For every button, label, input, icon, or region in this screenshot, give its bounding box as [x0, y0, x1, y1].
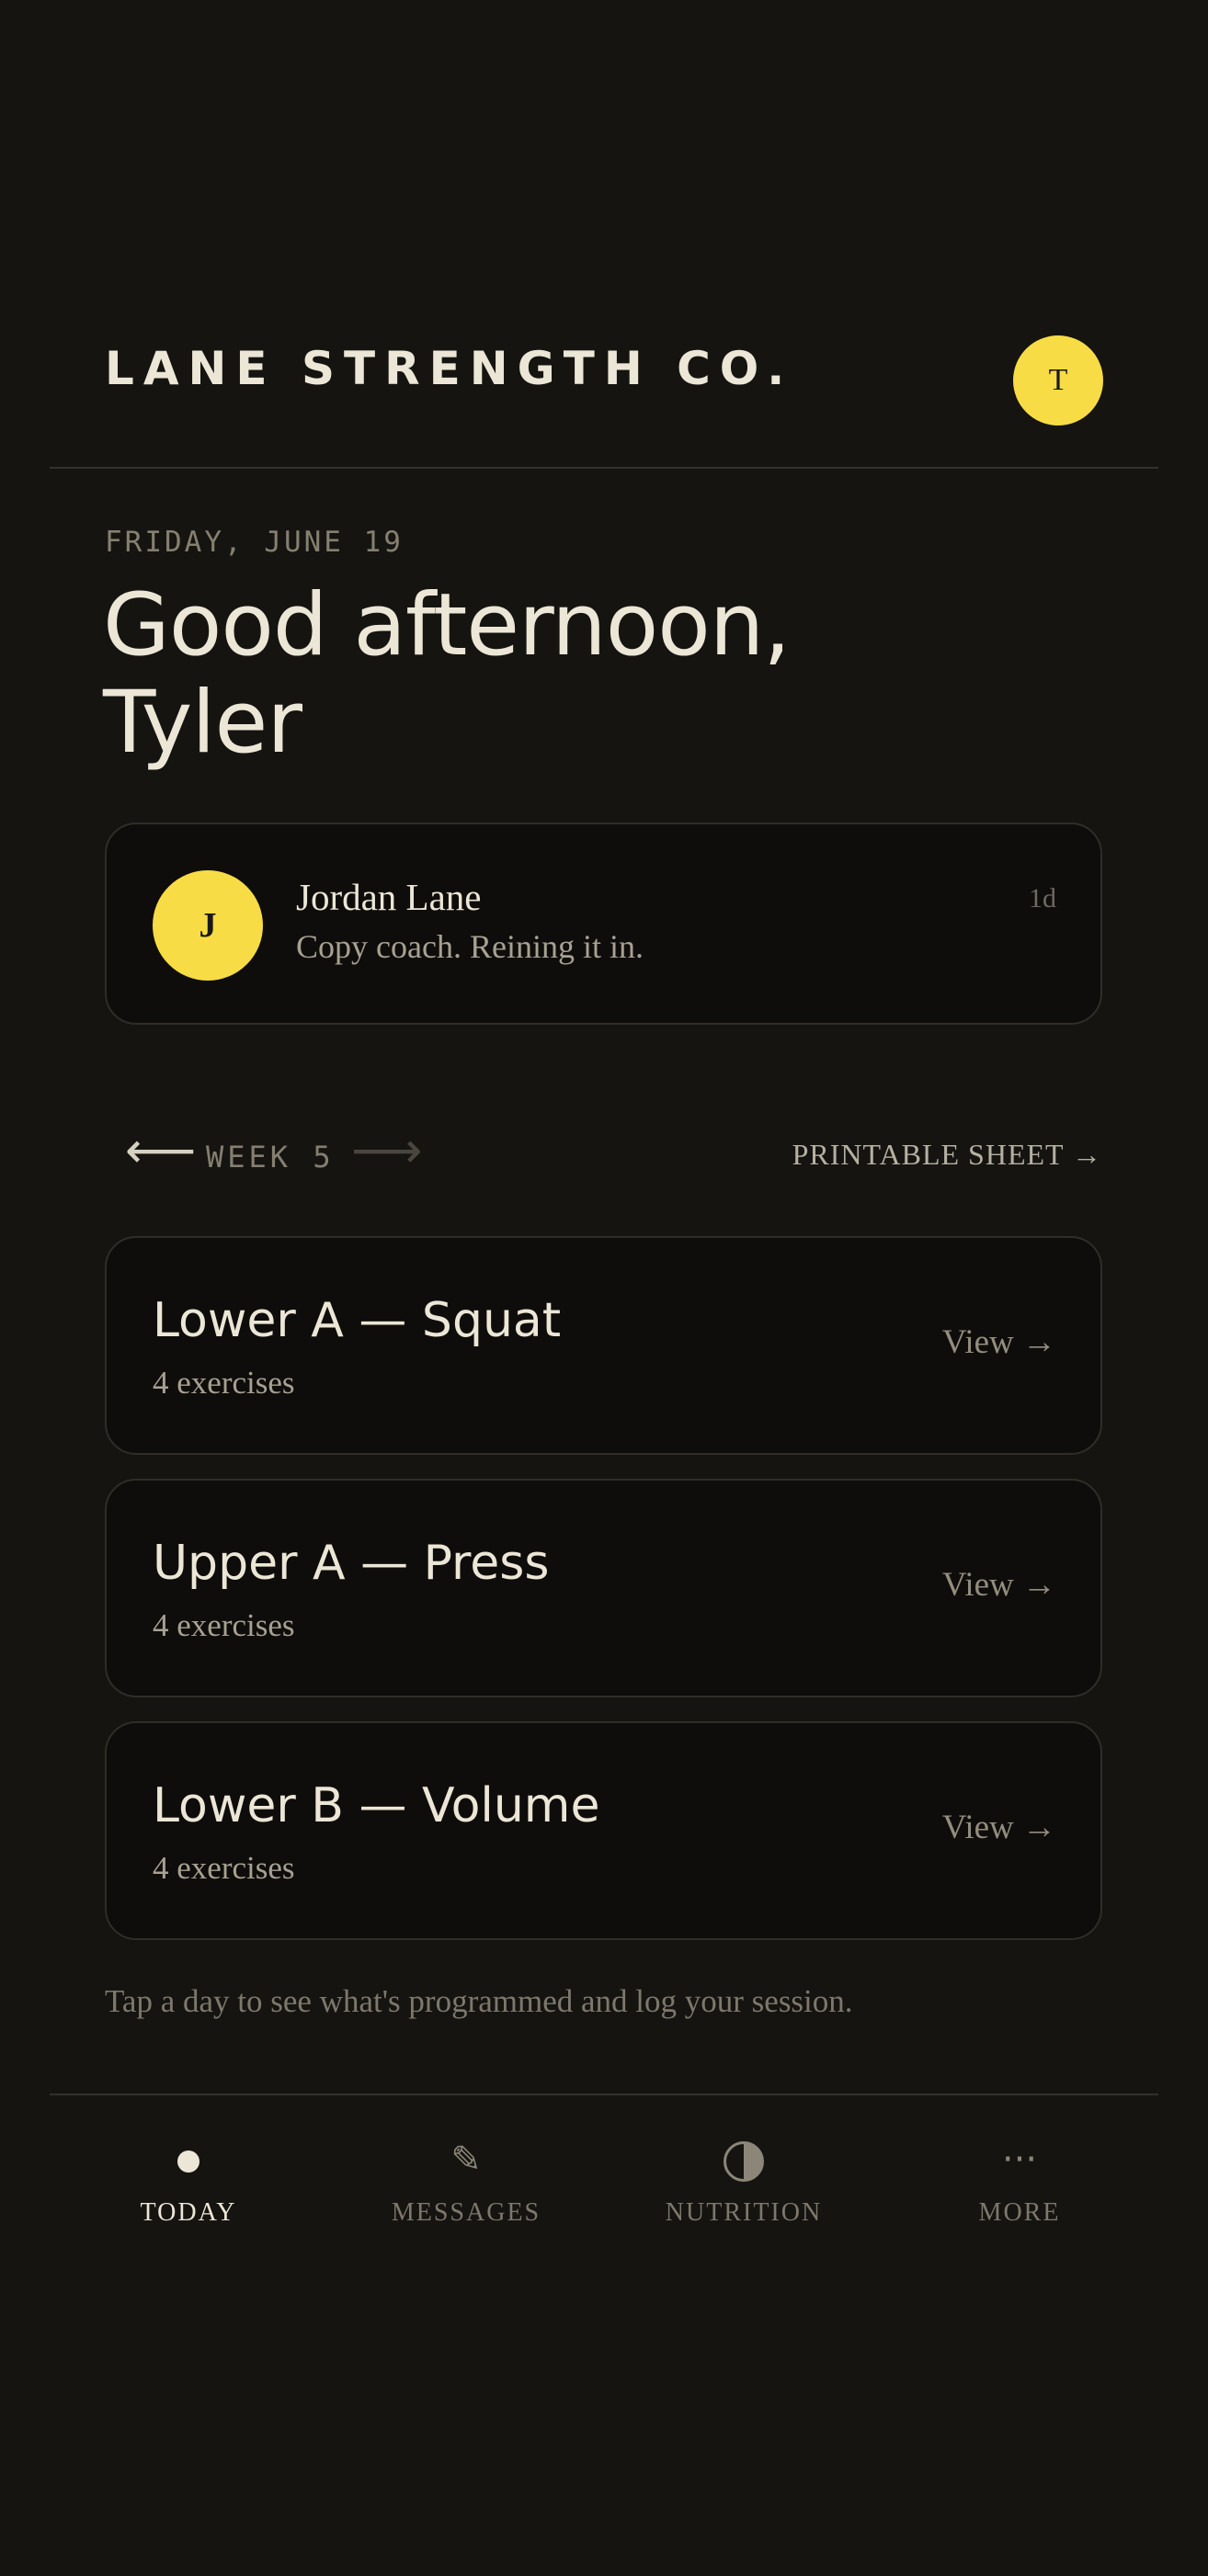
message-preview: Copy coach. Reining it in.: [296, 928, 644, 965]
message-sender: Jordan Lane: [296, 876, 482, 918]
workout-title: Upper A — Press: [153, 1536, 550, 1591]
view-link[interactable]: View →: [942, 1565, 1056, 1605]
user-avatar[interactable]: T: [1013, 335, 1103, 426]
nav-tab-messages[interactable]: ✎ MESSAGES: [327, 2132, 605, 2228]
week-label: WEEK 5: [206, 1140, 335, 1175]
nav-label: MESSAGES: [391, 2198, 541, 2227]
nav-label: TODAY: [140, 2198, 237, 2227]
workout-day-card[interactable]: Lower A — Squat 4 exercises View →: [105, 1236, 1102, 1455]
current-date: FRIDAY, JUNE 19: [105, 526, 404, 559]
exercise-count: 4 exercises: [153, 1850, 295, 1886]
workout-title: Lower B — Volume: [153, 1778, 600, 1833]
nav-label: NUTRITION: [665, 2198, 823, 2227]
dot-icon: [50, 2132, 327, 2187]
pencil-icon: ✎: [450, 2139, 482, 2181]
printable-sheet-link[interactable]: PRINTABLE SHEET →: [792, 1138, 1102, 1172]
nav-tab-today[interactable]: TODAY: [50, 2132, 327, 2228]
coach-message-card[interactable]: J Jordan Lane Copy coach. Reining it in.…: [105, 823, 1102, 1025]
helper-text: Tap a day to see what's programmed and l…: [105, 1983, 853, 2019]
brand-logo: LANE STRENGTH CO.: [105, 342, 794, 395]
view-link[interactable]: View →: [942, 1808, 1056, 1847]
view-link[interactable]: View →: [942, 1322, 1056, 1362]
arrow-right-icon[interactable]: ⟶: [351, 1121, 422, 1179]
arrow-left-icon[interactable]: ⟵: [125, 1121, 196, 1179]
ellipsis-icon: ···: [1001, 2139, 1038, 2181]
workout-day-card[interactable]: Upper A — Press 4 exercises View →: [105, 1479, 1102, 1697]
week-navigator: ⟵ WEEK 5 ⟶ PRINTABLE SHEET →: [105, 1121, 1102, 1186]
coach-avatar: J: [153, 870, 263, 981]
workout-day-card[interactable]: Lower B — Volume 4 exercises View →: [105, 1721, 1102, 1940]
greeting-line: Good afternoon,: [103, 575, 791, 675]
app-screen: LANE STRENGTH CO. T FRIDAY, JUNE 19 Good…: [0, 0, 1208, 2576]
nav-tab-more[interactable]: ··· MORE: [881, 2132, 1158, 2228]
bottom-navigation: TODAY ✎ MESSAGES NUTRITION ··· MORE: [50, 2094, 1158, 2259]
greeting-heading: Good afternoon, Tyler: [103, 577, 930, 772]
half-circle-icon: [605, 2132, 883, 2187]
greeting-name: Tyler: [103, 673, 302, 773]
workout-title: Lower A — Squat: [153, 1293, 562, 1348]
exercise-count: 4 exercises: [153, 1365, 295, 1401]
message-time: 1d: [1029, 883, 1056, 914]
exercise-count: 4 exercises: [153, 1607, 295, 1643]
app-header: LANE STRENGTH CO. T: [50, 303, 1158, 469]
nav-tab-nutrition[interactable]: NUTRITION: [605, 2132, 883, 2228]
nav-label: MORE: [978, 2198, 1061, 2227]
